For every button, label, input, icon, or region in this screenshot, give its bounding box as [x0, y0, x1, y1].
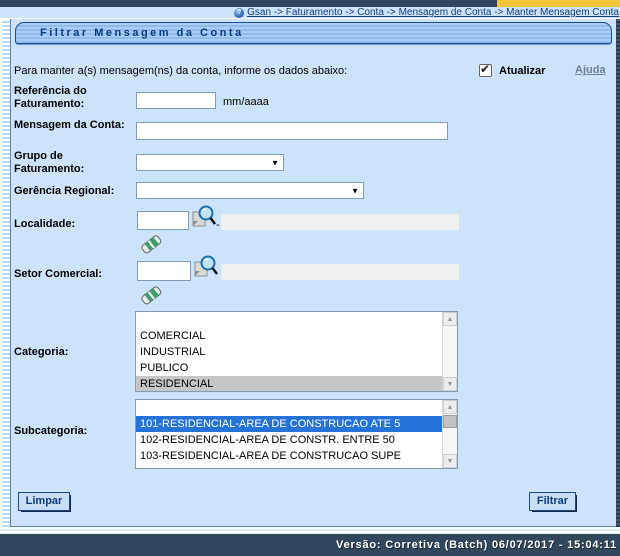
referencia-input[interactable] [136, 92, 216, 109]
mensagem-label: Mensagem da Conta: [14, 119, 126, 132]
grupo-select[interactable]: ▼ [136, 154, 284, 171]
scroll-down-icon[interactable]: ▼ [443, 377, 457, 391]
limpar-button[interactable]: Limpar [18, 492, 70, 511]
grupo-label: Grupo de Faturamento: [14, 150, 126, 176]
localidade-search-icon[interactable] [192, 205, 216, 236]
help-ball-icon[interactable]: ? [234, 8, 244, 18]
breadcrumb-trail[interactable]: Gsan -> Faturamento -> Conta -> Mensagem… [247, 7, 619, 18]
chevron-down-icon: ▼ [271, 158, 279, 167]
localidade-label: Localidade: [14, 218, 126, 231]
category-option[interactable] [136, 312, 442, 328]
right-edge-texture [616, 19, 620, 534]
category-option[interactable]: COMERCIAL [136, 328, 442, 344]
referencia-format-hint: mm/aaaa [223, 96, 269, 108]
ajuda-link[interactable]: Ajuda [575, 64, 606, 76]
setor-search-icon[interactable] [194, 255, 218, 286]
subcategoria-scrollbar[interactable]: ▲ ▼ [442, 400, 457, 468]
atualizar-label: Atualizar [499, 65, 545, 77]
breadcrumb: ? Gsan -> Faturamento -> Conta -> Mensag… [0, 7, 620, 19]
version-text: Versão: Corretiva (Batch) 06/07/2017 - 1… [336, 539, 617, 551]
filtrar-button[interactable]: Filtrar [529, 492, 576, 511]
subcategory-option[interactable]: 103-RESIDENCIAL-AREA DE CONSTRUCAO SUPE [136, 448, 442, 464]
subcategoria-listbox[interactable]: 101-RESIDENCIAL-AREA DE CONSTRUCAO ATE 5… [135, 399, 458, 469]
setor-eraser-icon[interactable] [139, 284, 163, 311]
scroll-down-icon[interactable]: ▼ [443, 454, 457, 468]
localidade-name-field [221, 214, 459, 230]
bottom-edge-texture [0, 527, 620, 534]
page-title: Filtrar Mensagem da Conta [16, 23, 611, 43]
localidade-separator: - [216, 219, 220, 231]
category-option-selected[interactable]: RESIDENCIAL [136, 376, 442, 391]
subcategory-option-selected[interactable]: 101-RESIDENCIAL-AREA DE CONSTRUCAO ATE 5 [136, 416, 442, 432]
scroll-up-icon[interactable]: ▲ [443, 400, 457, 414]
localidade-code-input[interactable] [137, 211, 189, 230]
subcategory-option[interactable] [136, 400, 442, 416]
categoria-label: Categoria: [14, 346, 126, 359]
gsan-filtrar-mensagem-screen: ? Gsan -> Faturamento -> Conta -> Mensag… [0, 0, 620, 556]
check-icon: ✔ [480, 62, 490, 76]
localidade-eraser-icon[interactable] [139, 233, 163, 260]
chevron-down-icon: ▼ [351, 186, 359, 195]
form-panel: Filtrar Mensagem da Conta Para manter a(… [10, 19, 616, 527]
setor-name-field [221, 264, 459, 280]
setor-code-input[interactable] [137, 261, 191, 281]
panel-header: Filtrar Mensagem da Conta [15, 22, 612, 44]
atualizar-checkbox[interactable]: ✔ [479, 64, 492, 77]
subcategoria-label: Subcategoria: [14, 425, 126, 438]
categoria-scrollbar[interactable]: ▲ ▼ [442, 312, 457, 391]
subcategoria-options: 101-RESIDENCIAL-AREA DE CONSTRUCAO ATE 5… [136, 400, 442, 468]
intro-text: Para manter a(s) mensagem(ns) da conta, … [14, 65, 347, 77]
mensagem-input[interactable] [136, 122, 448, 140]
left-edge-texture [2, 19, 10, 534]
scrollbar-thumb[interactable] [443, 415, 457, 428]
categoria-options: COMERCIAL INDUSTRIAL PUBLICO RESIDENCIAL [136, 312, 442, 391]
gerencia-select[interactable]: ▼ [136, 182, 364, 199]
category-option[interactable]: PUBLICO [136, 360, 442, 376]
gerencia-label: Gerência Regional: [14, 185, 126, 198]
scroll-up-icon[interactable]: ▲ [443, 312, 457, 326]
category-option[interactable]: INDUSTRIAL [136, 344, 442, 360]
setor-label: Setor Comercial: [14, 268, 126, 281]
referencia-label: Referência do Faturamento: [14, 85, 126, 111]
categoria-listbox[interactable]: COMERCIAL INDUSTRIAL PUBLICO RESIDENCIAL… [135, 311, 458, 392]
version-bar: Versão: Corretiva (Batch) 06/07/2017 - 1… [0, 534, 620, 556]
subcategory-option[interactable]: 102-RESIDENCIAL-AREA DE CONSTR. ENTRE 50 [136, 432, 442, 448]
top-yellow-accent [497, 0, 620, 7]
